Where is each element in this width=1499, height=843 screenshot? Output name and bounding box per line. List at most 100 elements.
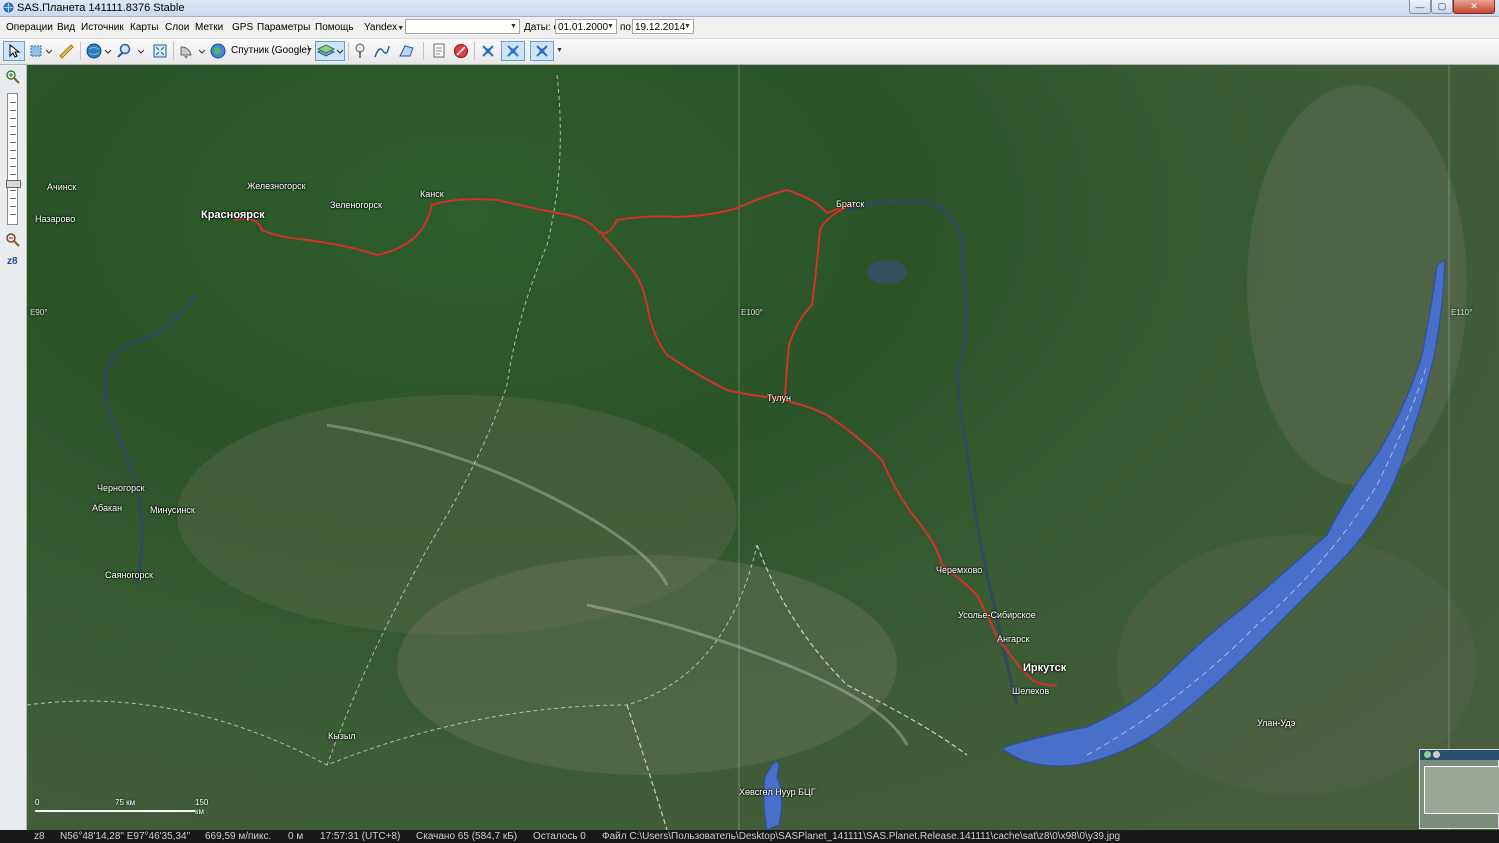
status-coordinates: N56°48'14,28" E97°46'35,34" xyxy=(60,831,191,842)
zoom-out-button[interactable] xyxy=(5,232,21,251)
select-area-button[interactable] xyxy=(28,41,54,61)
zoom-tick xyxy=(10,134,16,135)
map-view[interactable]: E90° E100° E110° Ачинск Железногорск Наз… xyxy=(27,65,1499,830)
menu-layers[interactable]: Слои xyxy=(165,22,189,33)
ruler-button[interactable] xyxy=(56,41,76,61)
gps-center-icon xyxy=(536,45,548,57)
zoom-tick xyxy=(10,118,16,119)
gps-center-button[interactable] xyxy=(530,41,554,61)
map-scale-bar: 0 75 км 150 км xyxy=(35,798,208,816)
date-to-label: по xyxy=(620,22,631,33)
status-zoom: z8 xyxy=(34,831,45,842)
zoom-tick xyxy=(10,158,16,159)
city-label[interactable]: Тулун xyxy=(767,393,791,403)
document-icon xyxy=(433,43,445,58)
zoom-tick xyxy=(10,190,16,191)
toolbar: Спутник (Google) ▼ ▼ xyxy=(0,39,1499,65)
satellite-source-button[interactable] xyxy=(177,41,207,61)
zoom-level-label: z8 xyxy=(7,256,18,267)
minimap-zoom-out-icon[interactable] xyxy=(1433,751,1440,758)
zoom-panel: z8 xyxy=(0,65,27,830)
city-label[interactable]: Шелехов xyxy=(1012,686,1049,696)
fullscreen-button[interactable] xyxy=(150,41,170,61)
gps-connect-button[interactable] xyxy=(478,41,498,61)
menu-source[interactable]: Источник xyxy=(81,22,124,33)
zoom-out-icon xyxy=(6,233,20,247)
map-type-button[interactable] xyxy=(85,41,113,61)
pin-icon xyxy=(355,43,365,58)
google-globe-button[interactable] xyxy=(209,41,227,61)
chevron-down-icon[interactable]: ▼ xyxy=(605,20,616,33)
layers-button[interactable] xyxy=(315,41,345,61)
city-label[interactable]: Канск xyxy=(420,189,444,199)
menu-view[interactable]: Вид xyxy=(57,22,75,33)
pointer-tool-button[interactable] xyxy=(3,41,25,61)
status-time: 17:57:31 (UTC+8) xyxy=(320,831,401,842)
city-label[interactable]: Ачинск xyxy=(47,182,76,192)
menu-gps[interactable]: GPS xyxy=(232,22,253,33)
path-icon xyxy=(374,45,390,58)
date-from-field[interactable]: 01.01.2000 ▼ xyxy=(555,19,617,34)
city-label[interactable]: Абакан xyxy=(92,503,122,513)
earth-icon xyxy=(210,43,226,59)
placemarks-list-button[interactable] xyxy=(428,41,450,61)
zoom-slider[interactable] xyxy=(6,93,21,225)
city-label[interactable]: Назарово xyxy=(35,214,75,224)
zoom-tick xyxy=(10,126,16,127)
city-label-major[interactable]: Красноярск xyxy=(201,209,265,221)
date-to-field[interactable]: 19.12.2014 ▼ xyxy=(632,19,694,34)
zoom-search-button[interactable] xyxy=(116,41,146,61)
minimap-viewport[interactable] xyxy=(1424,766,1499,814)
status-downloaded: Скачано 65 (584,7 кБ) xyxy=(416,831,518,842)
city-label[interactable]: Хөвсгөл Нуур БЦГ xyxy=(739,787,816,797)
city-label[interactable]: Зеленогорск xyxy=(330,200,382,210)
map-canvas xyxy=(27,65,1477,830)
maximize-button[interactable]: ▢ xyxy=(1431,0,1453,14)
minimap[interactable] xyxy=(1419,749,1499,829)
chevron-down-icon[interactable]: ▼ xyxy=(508,20,519,33)
zoom-tick xyxy=(10,174,16,175)
close-icon: ✕ xyxy=(1470,1,1478,11)
gps-track-button[interactable] xyxy=(501,41,525,61)
city-label[interactable]: Улан-Удэ xyxy=(1257,718,1295,728)
zoom-tick xyxy=(10,142,16,143)
city-label[interactable]: Саяногорск xyxy=(105,570,153,580)
zoom-slider-thumb[interactable] xyxy=(6,180,21,188)
city-label[interactable]: Ангарск xyxy=(997,634,1030,644)
status-remaining: Осталось 0 xyxy=(533,831,586,842)
select-area-icon xyxy=(30,45,53,57)
map-source-label[interactable]: Спутник (Google) xyxy=(231,45,310,56)
zoom-in-button[interactable] xyxy=(5,69,21,88)
minimap-zoom-in-icon[interactable] xyxy=(1424,751,1431,758)
chevron-down-icon[interactable]: ▼ xyxy=(556,47,563,54)
city-label[interactable]: Братск xyxy=(836,199,864,209)
menu-maps[interactable]: Карты xyxy=(130,22,159,33)
minimize-button[interactable]: — xyxy=(1409,0,1431,14)
toolbar-separator xyxy=(474,42,475,60)
city-label[interactable]: Черногорск xyxy=(97,483,145,493)
add-path-button[interactable] xyxy=(372,41,392,61)
globe-icon xyxy=(86,43,112,59)
menu-parameters[interactable]: Параметры xyxy=(257,22,310,33)
menu-operations[interactable]: Операции xyxy=(6,22,53,33)
chevron-down-icon[interactable]: ▼ xyxy=(306,47,313,54)
toolbar-separator xyxy=(173,42,174,60)
city-label[interactable]: Железногорск xyxy=(247,181,306,191)
grid-label-e90: E90° xyxy=(30,308,48,317)
city-label-major[interactable]: Иркутск xyxy=(1023,662,1066,674)
city-label[interactable]: Черемхово xyxy=(936,565,982,575)
add-polygon-button[interactable] xyxy=(396,41,418,61)
close-button[interactable]: ✕ xyxy=(1453,0,1495,14)
city-label[interactable]: Кызыл xyxy=(328,731,356,741)
city-label[interactable]: Усолье-Сибирское xyxy=(958,610,1036,620)
status-resolution: 669,59 м/пикс. xyxy=(205,831,272,842)
city-label[interactable]: Минусинск xyxy=(150,505,195,515)
menu-help[interactable]: Помощь xyxy=(315,22,354,33)
search-provider-select[interactable]: Yandex▼ xyxy=(364,22,404,33)
stop-button[interactable] xyxy=(451,41,471,61)
chevron-down-icon[interactable]: ▼ xyxy=(682,20,693,33)
add-placemark-button[interactable] xyxy=(351,41,369,61)
date-from-value: 01.01.2000 xyxy=(558,22,609,33)
menu-marks[interactable]: Метки xyxy=(195,22,223,33)
search-input[interactable]: ▼ xyxy=(405,19,520,34)
